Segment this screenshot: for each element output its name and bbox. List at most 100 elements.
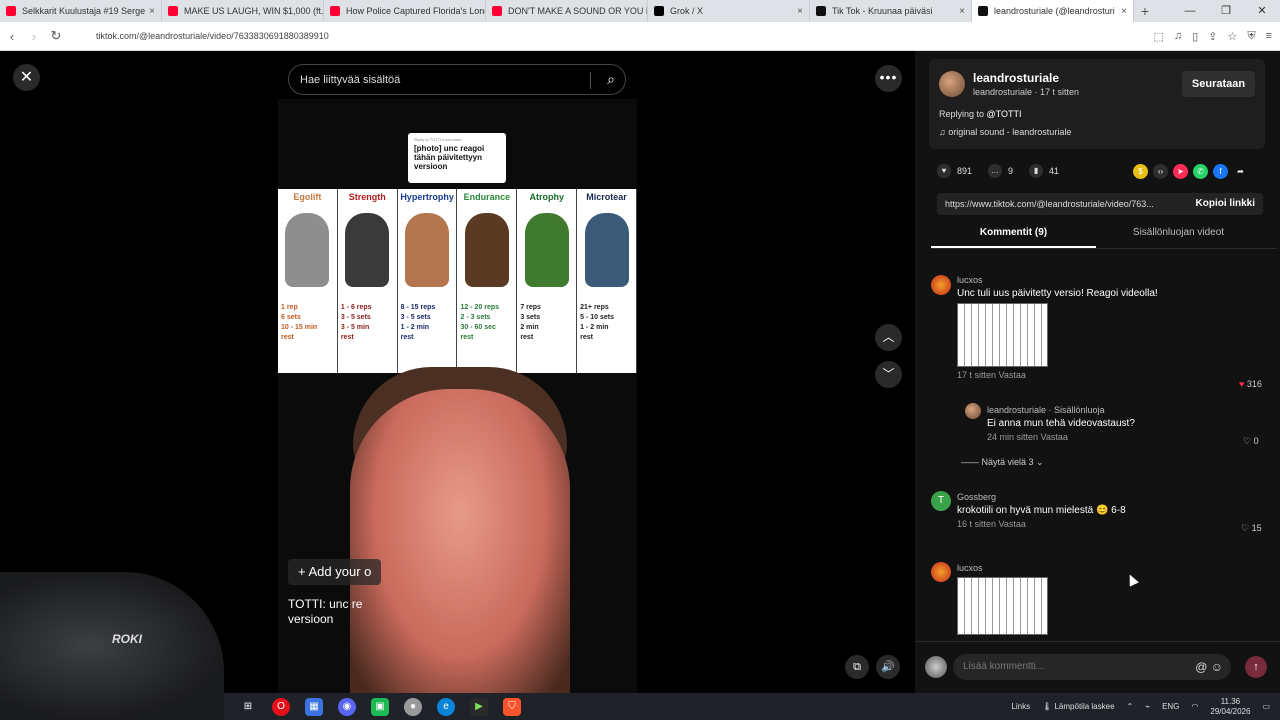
share-icon[interactable]: ⇪ xyxy=(1208,30,1217,43)
browser-tab[interactable]: Selkkarit Kuulustaja #19 Serge × xyxy=(0,0,162,22)
comment-text: krokotiili on hyvä mun mielestä 😊 6-8 xyxy=(957,505,1126,516)
close-tab-icon[interactable]: × xyxy=(1121,6,1127,17)
sidebar-icon[interactable]: ▯ xyxy=(1192,30,1198,43)
comment-meta[interactable]: 16 t sitten Vastaa xyxy=(957,519,1126,529)
menu-icon[interactable]: ≡ xyxy=(1266,30,1272,43)
column-title: Hypertrophy xyxy=(400,192,454,202)
links-toolbar[interactable]: Links xyxy=(1011,702,1030,711)
back-icon[interactable]: ‹ xyxy=(2,29,22,44)
follow-button[interactable]: Seurataan xyxy=(1182,71,1255,97)
comment-photo[interactable] xyxy=(957,303,1048,367)
like-button[interactable]: ♥ 891 xyxy=(937,164,972,178)
author-name[interactable]: leandrosturiale xyxy=(973,71,1059,85)
weather-widget[interactable]: 🌡 Lämpötila laskee xyxy=(1042,702,1114,711)
tab-comments[interactable]: Kommentit (9) xyxy=(931,227,1096,248)
embed-icon[interactable]: ‹› xyxy=(1153,164,1168,179)
close-window-icon[interactable]: ✕ xyxy=(1244,0,1280,22)
search-input[interactable]: Hae liittyvää sisältöä ⌕ xyxy=(288,64,626,95)
comment-likes[interactable]: ♥ 316 xyxy=(1239,379,1262,389)
comment-item: lucxos Unc tuli uus päivitetty versio! R… xyxy=(957,275,1158,380)
commenter-name[interactable]: lucxos xyxy=(957,563,1048,573)
clock[interactable]: 11.36 29/04/2026 xyxy=(1210,697,1250,717)
comment-meta[interactable]: 17 t sitten Vastaa xyxy=(957,370,1158,380)
files-icon[interactable]: ▦ xyxy=(305,697,323,716)
star-icon[interactable]: ☆ xyxy=(1227,30,1237,43)
notification-icon[interactable]: ▭ xyxy=(1262,702,1270,711)
commenter-avatar[interactable] xyxy=(931,562,951,582)
forward-icon[interactable]: › xyxy=(24,29,44,44)
reply-meta[interactable]: 24 min sitten Vastaa xyxy=(987,432,1135,442)
task-view-icon[interactable]: ⊞ xyxy=(239,698,257,716)
replying-user-link[interactable]: @TOTTI xyxy=(987,109,1022,119)
shield-icon[interactable]: ⛨ xyxy=(1247,30,1255,43)
coin-icon[interactable]: $ xyxy=(1133,164,1148,179)
brave-icon[interactable]: ⛉ xyxy=(503,697,521,716)
facebook-icon[interactable]: f xyxy=(1213,164,1228,179)
send-icon[interactable]: ➤ xyxy=(1173,164,1188,179)
steam-icon[interactable]: ● xyxy=(404,697,422,716)
chevron-up-icon[interactable]: ⌃ xyxy=(1127,702,1134,711)
browser-tab[interactable]: How Police Captured Florida's Long× xyxy=(324,0,486,22)
column-stats: 7 reps 3 sets 2 min rest xyxy=(517,287,576,343)
edge-icon[interactable]: e xyxy=(437,697,455,716)
language-indicator[interactable]: ENG xyxy=(1162,702,1179,711)
mention-emoji-icons[interactable]: @ ☺ xyxy=(1195,654,1223,680)
whatsapp-icon[interactable]: ✆ xyxy=(1193,164,1208,179)
add-your-button[interactable]: + Add your o xyxy=(288,559,382,585)
app-icon[interactable]: ▣ xyxy=(371,697,389,716)
close-tab-icon[interactable]: × xyxy=(959,6,965,17)
tab-creator-videos[interactable]: Sisällönluojan videot xyxy=(1096,227,1261,248)
browser-tab[interactable]: Grok / X × xyxy=(648,0,810,22)
column-stats: 21+ reps 5 - 10 sets 1 - 2 min rest xyxy=(577,287,636,343)
network-icon[interactable]: ⌁ xyxy=(1145,702,1150,711)
wifi-icon[interactable]: ◠ xyxy=(1191,702,1198,711)
reply-avatar[interactable] xyxy=(965,403,981,419)
close-tab-icon[interactable]: × xyxy=(797,6,803,17)
browser-tab[interactable]: Tik Tok - Kruunaa päiväsi × xyxy=(810,0,972,22)
comment-input[interactable]: Lisää kommentti... @ ☺ xyxy=(953,654,1231,680)
save-button[interactable]: ▮ 41 xyxy=(1029,164,1059,178)
browser-tab-active[interactable]: leandrosturiale (@leandrosturi × xyxy=(972,0,1134,22)
sound-link[interactable]: ♫ original sound - leandrosturiale xyxy=(939,127,1071,137)
more-options-icon[interactable]: ••• xyxy=(875,65,902,92)
comment-photo[interactable] xyxy=(957,577,1048,635)
music-icon[interactable]: ♫ xyxy=(1174,30,1182,43)
show-more-replies[interactable]: —— Näytä vielä 3 ⌄ xyxy=(961,457,1044,468)
opera-icon[interactable]: O xyxy=(272,697,290,716)
reload-icon[interactable]: ↻ xyxy=(46,28,66,44)
comment-likes[interactable]: ♡ 15 xyxy=(1241,523,1262,534)
new-tab-icon[interactable]: + xyxy=(1134,0,1156,22)
discord-icon[interactable]: ◉ xyxy=(338,697,356,716)
comment-item: Gossberg krokotiili on hyvä mun mielestä… xyxy=(957,492,1126,529)
reply-likes[interactable]: ♡ 0 xyxy=(1243,436,1259,447)
author-avatar[interactable] xyxy=(939,71,965,97)
copy-link-button[interactable]: Kopioi linkki xyxy=(1196,193,1255,215)
commenter-avatar[interactable] xyxy=(931,275,951,295)
previous-video-icon[interactable]: ︿ xyxy=(875,324,902,351)
play-icon[interactable]: ▶ xyxy=(470,697,488,716)
next-video-icon[interactable]: ﹀ xyxy=(875,361,902,388)
maximize-icon[interactable]: ❐ xyxy=(1208,0,1244,22)
video-link[interactable]: https://www.tiktok.com/@leandrosturiale/… xyxy=(945,199,1154,209)
search-icon[interactable]: ⌕ xyxy=(607,71,615,88)
reply-author[interactable]: leandrosturiale · Sisällönluoja xyxy=(987,405,1135,415)
minimize-icon[interactable]: — xyxy=(1172,0,1208,22)
browser-tab[interactable]: DON'T MAKE A SOUND OR YOU DIE× xyxy=(486,0,648,22)
post-comment-button[interactable]: ↑ xyxy=(1245,656,1267,678)
picture-in-picture-icon[interactable]: ⧉ xyxy=(845,655,869,679)
browser-tab[interactable]: MAKE US LAUGH, WIN $1,000 (ft. St× xyxy=(162,0,324,22)
divider xyxy=(590,72,591,89)
close-tab-icon[interactable]: × xyxy=(149,6,155,17)
commenter-name[interactable]: Gossberg xyxy=(957,492,1126,502)
video-player[interactable]: Reply to TOTTI's comment [photo] unc rea… xyxy=(278,99,637,693)
extension-icon[interactable]: ⬚ xyxy=(1154,30,1164,43)
chart-column: Hypertrophy 8 - 15 reps 3 - 5 sets 1 - 2 mi… xyxy=(398,189,458,373)
url-field[interactable]: tiktok.com/@leandrosturiale/video/763383… xyxy=(96,31,656,41)
commenter-name[interactable]: lucxos xyxy=(957,275,1158,285)
close-icon[interactable]: ✕ xyxy=(13,64,40,91)
comment-button[interactable]: … 9 xyxy=(988,164,1013,178)
stat-line: 3 sets xyxy=(520,314,541,321)
volume-icon[interactable]: 🔊 xyxy=(876,655,900,679)
commenter-avatar[interactable]: T xyxy=(931,491,951,511)
share-arrow-icon[interactable]: ➦ xyxy=(1233,164,1248,179)
